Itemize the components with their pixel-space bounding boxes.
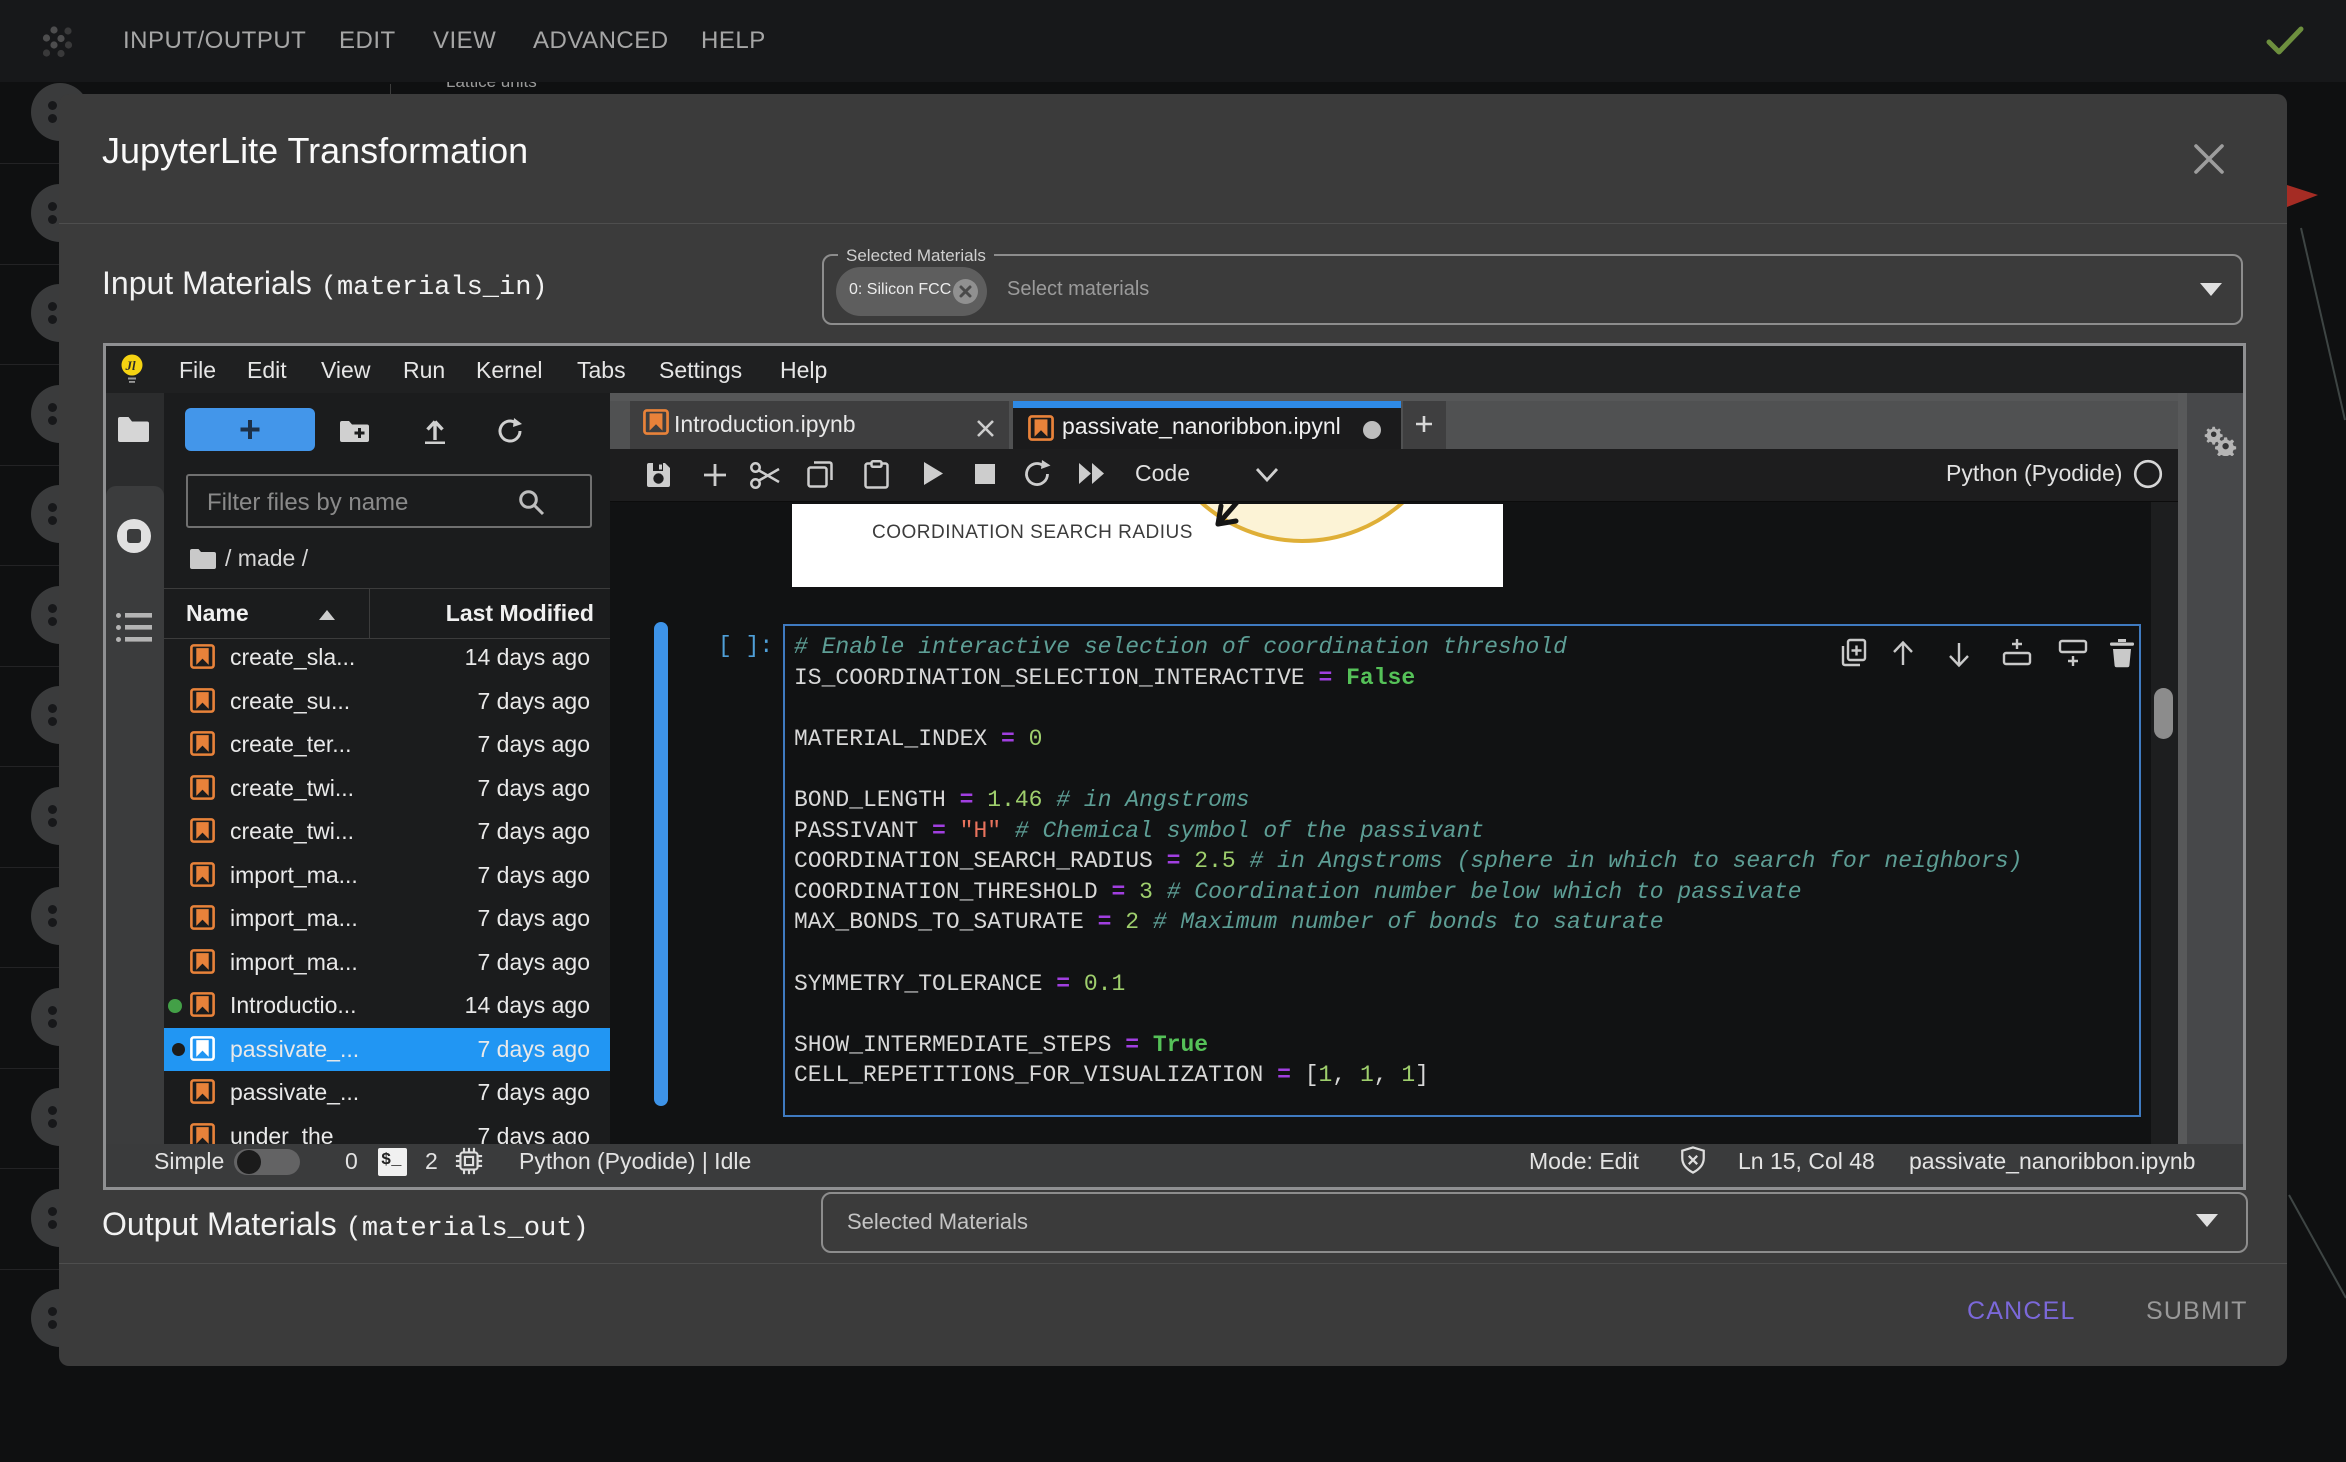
svg-text:Jl: Jl — [125, 358, 137, 373]
